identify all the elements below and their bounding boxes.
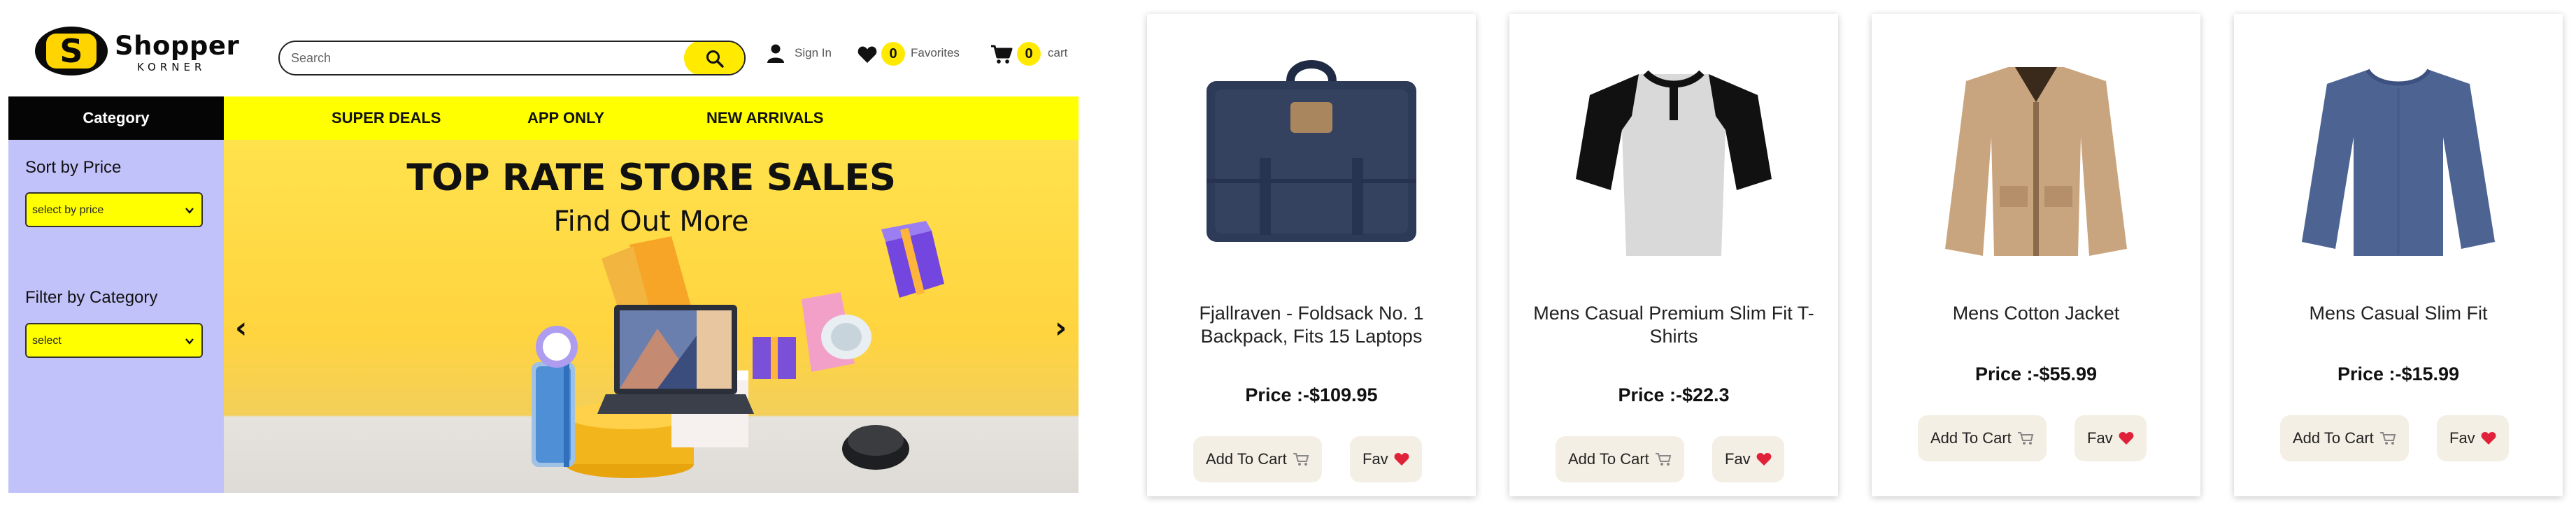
fav-button[interactable]: Fav: [2075, 415, 2147, 461]
tshirt-image: [1576, 70, 1772, 256]
fav-label: Fav: [2449, 429, 2475, 447]
sort-label: Sort by Price: [25, 158, 122, 177]
banner-title: TOP RATE STORE SALES: [406, 157, 896, 199]
chevron-down-icon: [185, 208, 194, 214]
product-card: Fjallraven - Foldsack No. 1 Backpack, Fi…: [1147, 14, 1476, 496]
add-to-cart-button[interactable]: Add To Cart: [1918, 415, 2047, 461]
product-title: Mens Casual Slim Fit: [2309, 303, 2488, 324]
heart-icon: [1756, 453, 1772, 466]
logo-mark: S: [35, 27, 108, 75]
shop-panel: S Shopper KORNER Sign In: [8, 0, 1079, 493]
logo[interactable]: S Shopper KORNER: [35, 27, 259, 77]
menu-app-only[interactable]: APP ONLY: [527, 96, 604, 140]
cart-label: cart: [1048, 46, 1068, 59]
menu-super-deals[interactable]: SUPER DEALS: [332, 96, 441, 140]
add-to-cart-label: Add To Cart: [1568, 450, 1649, 468]
heart-icon: [2481, 432, 2496, 445]
backpack-image: [1207, 60, 1416, 242]
fav-button[interactable]: Fav: [1712, 436, 1784, 482]
logo-sub: KORNER: [137, 61, 206, 73]
banner-next-arrow[interactable]: ›: [1055, 310, 1067, 345]
filter-select[interactable]: select: [25, 323, 203, 358]
heart-icon: [2119, 432, 2134, 445]
promo-banner[interactable]: TOP RATE STORE SALES Find Out More ‹ ›: [224, 140, 1079, 493]
product-price: Price :-$109.95: [1245, 384, 1378, 405]
add-to-cart-label: Add To Cart: [1206, 450, 1287, 468]
category-button[interactable]: Category: [8, 96, 224, 140]
header: S Shopper KORNER Sign In: [8, 0, 1079, 96]
heart-icon: [1394, 453, 1409, 466]
fav-label: Fav: [1362, 450, 1388, 468]
banner-subtitle: Find Out More: [553, 206, 749, 238]
filter-select-value: select: [32, 335, 62, 347]
logo-name: Shopper: [115, 31, 240, 61]
product-price: Price :-$55.99: [1974, 364, 2098, 384]
cart-count: 0: [1017, 42, 1041, 66]
user-icon: [767, 44, 784, 63]
sort-select[interactable]: select by price: [25, 192, 203, 227]
cart-icon: [1293, 453, 1309, 466]
chevron-down-icon: [185, 338, 194, 345]
add-to-cart-label: Add To Cart: [1930, 429, 2012, 447]
sort-select-value: select by price: [32, 204, 104, 216]
product-card: Mens Casual Slim Fit Price :-$15.99 Add …: [2234, 14, 2563, 496]
heart-icon: [858, 46, 877, 63]
add-to-cart-button[interactable]: Add To Cart: [2280, 415, 2409, 461]
cart-icon: [1655, 453, 1672, 466]
add-to-cart-label: Add To Cart: [2293, 429, 2374, 447]
favorites-label: Favorites: [911, 46, 960, 59]
product-card: Mens Casual Premium Slim Fit T-Shirts Pr…: [1509, 14, 1838, 496]
product-card: Mens Cotton Jacket Price :-$55.99 Add To…: [1872, 14, 2200, 496]
menu-strip: SUPER DEALS APP ONLY NEW ARRIVALS: [224, 96, 1079, 140]
logo-letter: S: [46, 34, 97, 69]
category-bar: Category SUPER DEALS APP ONLY NEW ARRIVA…: [8, 96, 1079, 140]
cart-icon: [2017, 432, 2034, 445]
cart-icon: [2379, 432, 2396, 445]
cart-icon: [991, 45, 1013, 64]
add-to-cart-button[interactable]: Add To Cart: [1556, 436, 1684, 482]
search-button[interactable]: [684, 42, 744, 74]
product-price: Price :-$15.99: [2337, 364, 2460, 384]
fav-label: Fav: [1725, 450, 1751, 468]
banner-prev-arrow[interactable]: ‹: [235, 310, 247, 345]
fav-label: Fav: [2087, 429, 2113, 447]
product-title: Mens Casual Premium Slim Fit T-Shirts: [1533, 303, 1814, 347]
shirt-image: [2302, 69, 2495, 256]
search-input[interactable]: [291, 42, 669, 74]
signin-label: Sign In: [795, 46, 832, 59]
favorites-count: 0: [881, 42, 905, 66]
add-to-cart-button[interactable]: Add To Cart: [1193, 436, 1322, 482]
search-bar: [278, 41, 746, 75]
fav-button[interactable]: Fav: [1350, 436, 1422, 482]
product-title: Mens Cotton Jacket: [1952, 303, 2120, 324]
menu-new-arrivals[interactable]: NEW ARRIVALS: [706, 96, 823, 140]
sidebar: Sort by Price select by price Filter by …: [8, 140, 224, 493]
jacket-image: [1945, 67, 2127, 256]
fav-button[interactable]: Fav: [2437, 415, 2509, 461]
filter-label: Filter by Category: [25, 288, 158, 307]
product-price: Price :-$22.3: [1618, 384, 1730, 405]
search-icon: [706, 50, 724, 68]
product-title: Fjallraven - Foldsack No. 1 Backpack, Fi…: [1199, 303, 1424, 347]
